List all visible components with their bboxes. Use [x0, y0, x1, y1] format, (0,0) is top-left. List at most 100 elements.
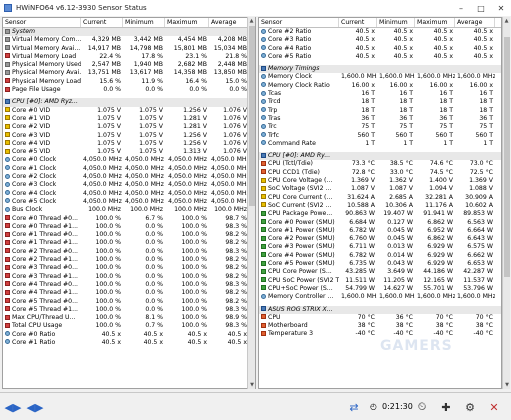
- column-current[interactable]: Current: [81, 18, 123, 27]
- sensor-row[interactable]: Max CPU/Thread U... 100.0 % 8.1 % 100.0 % 98…: [3, 314, 255, 322]
- column-minimum[interactable]: Minimum: [377, 18, 415, 27]
- settings-icon[interactable]: ⚙: [460, 398, 480, 416]
- sensor-row[interactable]: Core #0 VID 1.075 V 1.075 V 1.256 V 1.076 V: [3, 107, 255, 115]
- column-average[interactable]: Average: [209, 18, 249, 27]
- scroll-thumb[interactable]: [249, 26, 255, 206]
- sensor-row[interactable]: Core #3 Clock 4,050.0 MHz 4,050.0 MHz 4,050…: [3, 181, 255, 189]
- sensor-row[interactable]: Core #3 Power (SMU) 6.711 W 0.013 W 6.929 W…: [259, 243, 501, 251]
- sensor-row[interactable]: Bus Clock 100.0 MHz 100.0 MHz 100.0 MHz 100.…: [3, 206, 255, 214]
- sensor-row[interactable]: Core #1 Ratio 40.5 x 40.5 x 40.5 x 40.5 x: [3, 339, 255, 347]
- sensor-row[interactable]: Virtual Memory Load 22.4 % 17.8 % 23.1 % 21.…: [3, 53, 255, 61]
- sensor-row[interactable]: Core #5 Power (SMU) 6.735 W 0.043 W 6.929 W…: [259, 260, 501, 268]
- sensor-row[interactable]: Virtual Memory Avai... 14,917 MB 14,798 MB…: [3, 45, 255, 53]
- sensor-row[interactable]: Core #3 Thread #0... 100.0 % 0.0 % 100.0 % 9…: [3, 264, 255, 272]
- sensor-row[interactable]: Core #2 Thread #1... 100.0 % 0.0 % 100.0 % 9…: [3, 256, 255, 264]
- sensor-group-header[interactable]: System: [3, 28, 255, 37]
- sensor-row[interactable]: Core #1 Thread #0... 100.0 % 0.0 % 100.0 % 9…: [3, 231, 255, 239]
- sensor-row[interactable]: Memory Clock Ratio 16.00 x 16.00 x 16.00 x 1…: [259, 82, 501, 90]
- sensor-row[interactable]: Core #2 Power (SMU) 6.760 W 0.045 W 6.862 W…: [259, 235, 501, 243]
- left-scrollbar[interactable]: ▲ ▼: [247, 17, 255, 389]
- sensor-row[interactable]: Tras 36 T 36 T 36 T 36 T: [259, 115, 501, 123]
- sensor-row[interactable]: Core #3 Thread #1... 100.0 % 0.0 % 100.0 % 9…: [3, 273, 255, 281]
- sensor-row[interactable]: Core #5 Thread #1... 100.0 % 0.0 % 100.0 % 9…: [3, 306, 255, 314]
- scroll-up-icon[interactable]: ▲: [248, 17, 255, 25]
- sensor-row[interactable]: Core #2 Clock 4,050.0 MHz 4,050.0 MHz 4,050…: [3, 173, 255, 181]
- sensor-row[interactable]: Core #1 VID 1.075 V 1.075 V 1.281 V 1.076 V: [3, 115, 255, 123]
- sensor-row[interactable]: CPU Core Current (... 31.624 A 2.685 A 32.2…: [259, 194, 501, 202]
- sensor-row[interactable]: Core #0 Ratio 40.5 x 40.5 x 40.5 x 40.5 x: [3, 331, 255, 339]
- sensor-row[interactable]: Core #0 Thread #1... 100.0 % 0.0 % 100.0 % 9…: [3, 223, 255, 231]
- column-sensor[interactable]: Sensor: [3, 18, 81, 27]
- sensor-row[interactable]: Core #4 Thread #0... 100.0 % 0.0 % 100.0 % 9…: [3, 281, 255, 289]
- sensor-row[interactable]: Core #5 Clock 4,050.0 MHz 4,050.0 MHz 4,050…: [3, 198, 255, 206]
- sensor-row[interactable]: Core #1 Clock 4,050.0 MHz 4,050.0 MHz 4,050…: [3, 165, 255, 173]
- sensor-row[interactable]: Core #4 Thread #1... 100.0 % 0.0 % 100.0 % 9…: [3, 289, 255, 297]
- sensor-row[interactable]: CPU Core Power (S... 43.285 W 3.649 W 44.18…: [259, 268, 501, 276]
- sensor-row[interactable]: SoC Voltage (SVI2 ... 1.087 V 1.087 V 1.094…: [259, 185, 501, 193]
- sensor-row[interactable]: Command Rate 1 T 1 T 1 T 1 T: [259, 140, 501, 148]
- sensor-row[interactable]: Core #2 VID 1.075 V 1.075 V 1.281 V 1.076 V: [3, 123, 255, 131]
- sensor-row[interactable]: Core #1 Thread #1... 100.0 % 0.0 % 100.0 % 9…: [3, 239, 255, 247]
- minimize-button[interactable]: –: [451, 0, 471, 16]
- sensor-row[interactable]: Core #4 Power (SMU) 6.782 W 0.014 W 6.929 W…: [259, 252, 501, 260]
- sensor-row[interactable]: SoC Current (SVI2 ... 10.588 A 10.306 A 11.…: [259, 202, 501, 210]
- scroll-thumb[interactable]: [504, 37, 510, 277]
- sensor-row[interactable]: Memory Clock 1,600.0 MHz 1,600.0 MHz 1,600.…: [259, 73, 501, 81]
- sensor-row[interactable]: Core #1 Power (SMU) 6.782 W 0.045 W 6.952 W…: [259, 227, 501, 235]
- sensor-row[interactable]: Core #3 VID 1.075 V 1.075 V 1.256 V 1.076 V: [3, 132, 255, 140]
- close-icon[interactable]: ✕: [484, 398, 504, 416]
- sensor-row[interactable]: Motherboard 38 °C 38 °C 38 °C 38 °C: [259, 322, 501, 330]
- sensor-row[interactable]: Core #5 Thread #0... 100.0 % 0.0 % 100.0 % 9…: [3, 298, 255, 306]
- sensor-group-header[interactable]: CPU [#0]: AMD Ryz...: [3, 98, 255, 107]
- sensor-row[interactable]: Core #2 Ratio 40.5 x 40.5 x 40.5 x 40.5 x: [259, 28, 501, 36]
- network-icon[interactable]: ⇄: [345, 398, 363, 416]
- column-minimum[interactable]: Minimum: [123, 18, 165, 27]
- column-sensor[interactable]: Sensor: [259, 18, 339, 27]
- sensor-row[interactable]: Trp 18 T 18 T 18 T 18 T: [259, 107, 501, 115]
- sensor-row[interactable]: Core #4 VID 1.075 V 1.075 V 1.256 V 1.076 V: [3, 140, 255, 148]
- sensor-row[interactable]: Core #0 Thread #0... 100.0 % 6.7 % 100.0 % 9…: [3, 215, 255, 223]
- sensor-row[interactable]: CPU Core Voltage (... 1.369 V 1.362 V 1.400…: [259, 177, 501, 185]
- sensor-group-header[interactable]: ASUS ROG STRIX X...: [259, 305, 501, 314]
- sensor-row[interactable]: Core #4 Clock 4,050.0 MHz 4,050.0 MHz 4,050…: [3, 190, 255, 198]
- sensor-row[interactable]: Page File Usage 0.0 % 0.0 % 0.0 % 0.0 %: [3, 86, 255, 94]
- sensor-row[interactable]: Total CPU Usage 100.0 % 0.7 % 100.0 % 98.3 %: [3, 322, 255, 330]
- scroll-up-icon[interactable]: ▲: [503, 17, 510, 25]
- column-maximum[interactable]: Maximum: [415, 18, 455, 27]
- sensor-row[interactable]: Core #5 Ratio 40.5 x 40.5 x 40.5 x 40.5 x: [259, 53, 501, 61]
- sensor-row[interactable]: Physical Memory Load 15.6 % 11.9 % 16.4 % 15…: [3, 78, 255, 86]
- right-scrollbar[interactable]: ▲ ▼: [502, 17, 510, 389]
- sensor-row[interactable]: Core #2 Thread #0... 100.0 % 0.0 % 100.0 % 9…: [3, 248, 255, 256]
- sensor-row[interactable]: Core #0 Clock 4,050.0 MHz 4,050.0 MHz 4,050…: [3, 156, 255, 164]
- maximize-button[interactable]: □: [471, 0, 491, 16]
- sensor-row[interactable]: CPU+SoC Power (S... 54.799 W 14.627 W 55.70…: [259, 285, 501, 293]
- sensor-row[interactable]: Physical Memory Used 2,547 MB 1,940 MB 2,68…: [3, 61, 255, 69]
- nav-right-icon[interactable]: ◀▶: [26, 398, 44, 416]
- sensor-row[interactable]: Trcd 18 T 18 T 18 T 18 T: [259, 98, 501, 106]
- sensor-row[interactable]: Tcas 16 T 16 T 16 T 16 T: [259, 90, 501, 98]
- scroll-down-icon[interactable]: ▼: [248, 381, 256, 389]
- sensor-row[interactable]: Core #0 Power (SMU) 6.684 W 0.127 W 6.862 W…: [259, 219, 501, 227]
- sensor-row[interactable]: CPU (Tctl/Tdie) 73.3 °C 38.5 °C 74.6 °C 73.0…: [259, 160, 501, 168]
- sensor-row[interactable]: Trc 75 T 75 T 75 T 75 T: [259, 123, 501, 131]
- sensor-row[interactable]: Core #4 Ratio 40.5 x 40.5 x 40.5 x 40.5 x: [259, 45, 501, 53]
- clock-icon[interactable]: ⏲: [412, 398, 432, 416]
- sensor-row[interactable]: Core #3 Ratio 40.5 x 40.5 x 40.5 x 40.5 x: [259, 36, 501, 44]
- sensor-row[interactable]: Physical Memory Avai... 13,751 MB 13,617 M…: [3, 69, 255, 77]
- add-icon[interactable]: ✚: [436, 398, 456, 416]
- sensor-row[interactable]: Memory Controller ... 1,600.0 MHz 1,600.0 …: [259, 293, 501, 301]
- close-button[interactable]: ✕: [491, 0, 511, 16]
- sensor-row[interactable]: CPU SoC Power (SVI2 T... 11.511 W 11.205 W…: [259, 277, 501, 285]
- column-current[interactable]: Current: [339, 18, 377, 27]
- sensor-row[interactable]: Trfc 560 T 560 T 560 T 560 T: [259, 132, 501, 140]
- sensor-row[interactable]: Core #5 VID 1.075 V 1.075 V 1.313 V 1.076 V: [3, 148, 255, 156]
- sensor-group-header[interactable]: CPU [#0]: AMD Ry...: [259, 152, 501, 161]
- column-maximum[interactable]: Maximum: [165, 18, 209, 27]
- sensor-row[interactable]: CPU CCD1 (Tdie) 72.8 °C 33.0 °C 74.5 °C 72.5…: [259, 169, 501, 177]
- sensor-row[interactable]: CPU 70 °C 36 °C 70 °C 70 °C: [259, 314, 501, 322]
- sensor-row[interactable]: Virtual Memory Com... 4,329 MB 3,442 MB 4,4…: [3, 36, 255, 44]
- scroll-down-icon[interactable]: ▼: [503, 381, 511, 389]
- sensor-group-header[interactable]: Memory Timings: [259, 65, 501, 74]
- sensor-row[interactable]: CPU Package Powe... 90.863 W 19.407 W 91.94…: [259, 210, 501, 218]
- nav-left-icon[interactable]: ◀▶: [4, 398, 22, 416]
